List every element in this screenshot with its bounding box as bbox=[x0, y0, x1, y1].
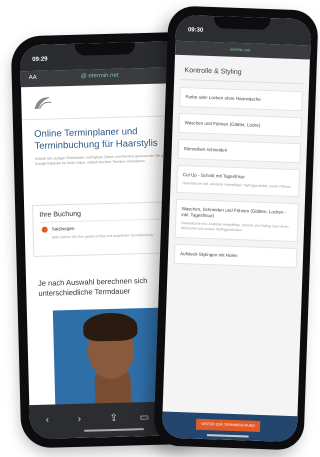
bookmarks-icon[interactable]: ▭ bbox=[140, 412, 150, 423]
service-item[interactable]: Stirnreihen schneiden bbox=[177, 138, 301, 164]
share-icon[interactable]: ⇪ bbox=[110, 413, 119, 424]
service-item[interactable]: Waschen und Föhnen (Glättet, Locke) bbox=[178, 112, 302, 138]
service-title: Waschen und Föhnen (Glättet, Locke) bbox=[184, 120, 261, 128]
salon-logo-icon bbox=[34, 97, 52, 109]
app-promo-scene: 09:29 AA @ etermin.net Online Terminplan… bbox=[0, 0, 319, 457]
forward-icon[interactable]: › bbox=[78, 414, 82, 425]
service-item[interactable]: Cut Up - Schnitt mit Tagesfrisur Haarwäs… bbox=[176, 164, 301, 198]
status-time: 09:29 bbox=[32, 56, 48, 63]
location-label[interactable]: Salzburgen bbox=[52, 226, 75, 232]
status-time: 09:30 bbox=[187, 27, 204, 34]
service-description: Haarwäsche inkl. Ankleide Haarpflege, Sc… bbox=[180, 221, 289, 233]
photo-hair bbox=[82, 312, 138, 342]
service-list: Farbe oder Locken ohne Haarwäsche Wasche… bbox=[173, 86, 303, 274]
service-title: Stirnreihen schneiden bbox=[183, 146, 228, 153]
service-item[interactable]: Farbe oder Locken ohne Haarwäsche bbox=[179, 86, 303, 112]
divider bbox=[180, 78, 304, 85]
location-radio[interactable] bbox=[41, 226, 48, 233]
phone-right: 09:30 etermin.net Kontrolle & Styling Fa… bbox=[153, 5, 319, 451]
continue-booking-button[interactable]: WEITER ZUR TERMINBUCHUNG bbox=[195, 418, 261, 432]
phone-right-screen: 09:30 etermin.net Kontrolle & Styling Fa… bbox=[161, 14, 312, 443]
reader-mode-button[interactable]: AA bbox=[29, 75, 37, 81]
booking-heading: Ihre Buchung bbox=[39, 210, 82, 219]
service-title: Waschen, Schneiden und Föhnen (Glätten, … bbox=[181, 206, 287, 219]
url-text[interactable]: @ etermin.net bbox=[81, 73, 119, 80]
notch bbox=[74, 42, 136, 56]
bottom-bar: WEITER ZUR TERMINBUCHUNG bbox=[161, 411, 298, 443]
url-text[interactable]: etermin.net bbox=[230, 47, 250, 53]
home-indicator bbox=[83, 428, 144, 432]
service-item[interactable]: Aufsteck-Stylingen mit Holen bbox=[173, 243, 298, 269]
service-category-heading: Kontrolle & Styling bbox=[184, 67, 242, 77]
service-description: Haarwäsche inkl. Ankleide Haarpflege, St… bbox=[182, 181, 292, 189]
address-bar[interactable]: AA @ etermin.net bbox=[20, 66, 189, 88]
notch bbox=[213, 16, 271, 31]
service-title: Cut Up - Schnitt mit Tagesfrisur bbox=[182, 172, 246, 180]
service-item[interactable]: Waschen, Schneiden und Föhnen (Glätten, … bbox=[174, 198, 299, 243]
home-indicator bbox=[206, 434, 249, 438]
back-icon[interactable]: ‹ bbox=[46, 415, 50, 426]
service-title: Aufsteck-Stylingen mit Holen bbox=[179, 251, 238, 259]
service-title: Farbe oder Locken ohne Haarwäsche bbox=[185, 94, 261, 102]
